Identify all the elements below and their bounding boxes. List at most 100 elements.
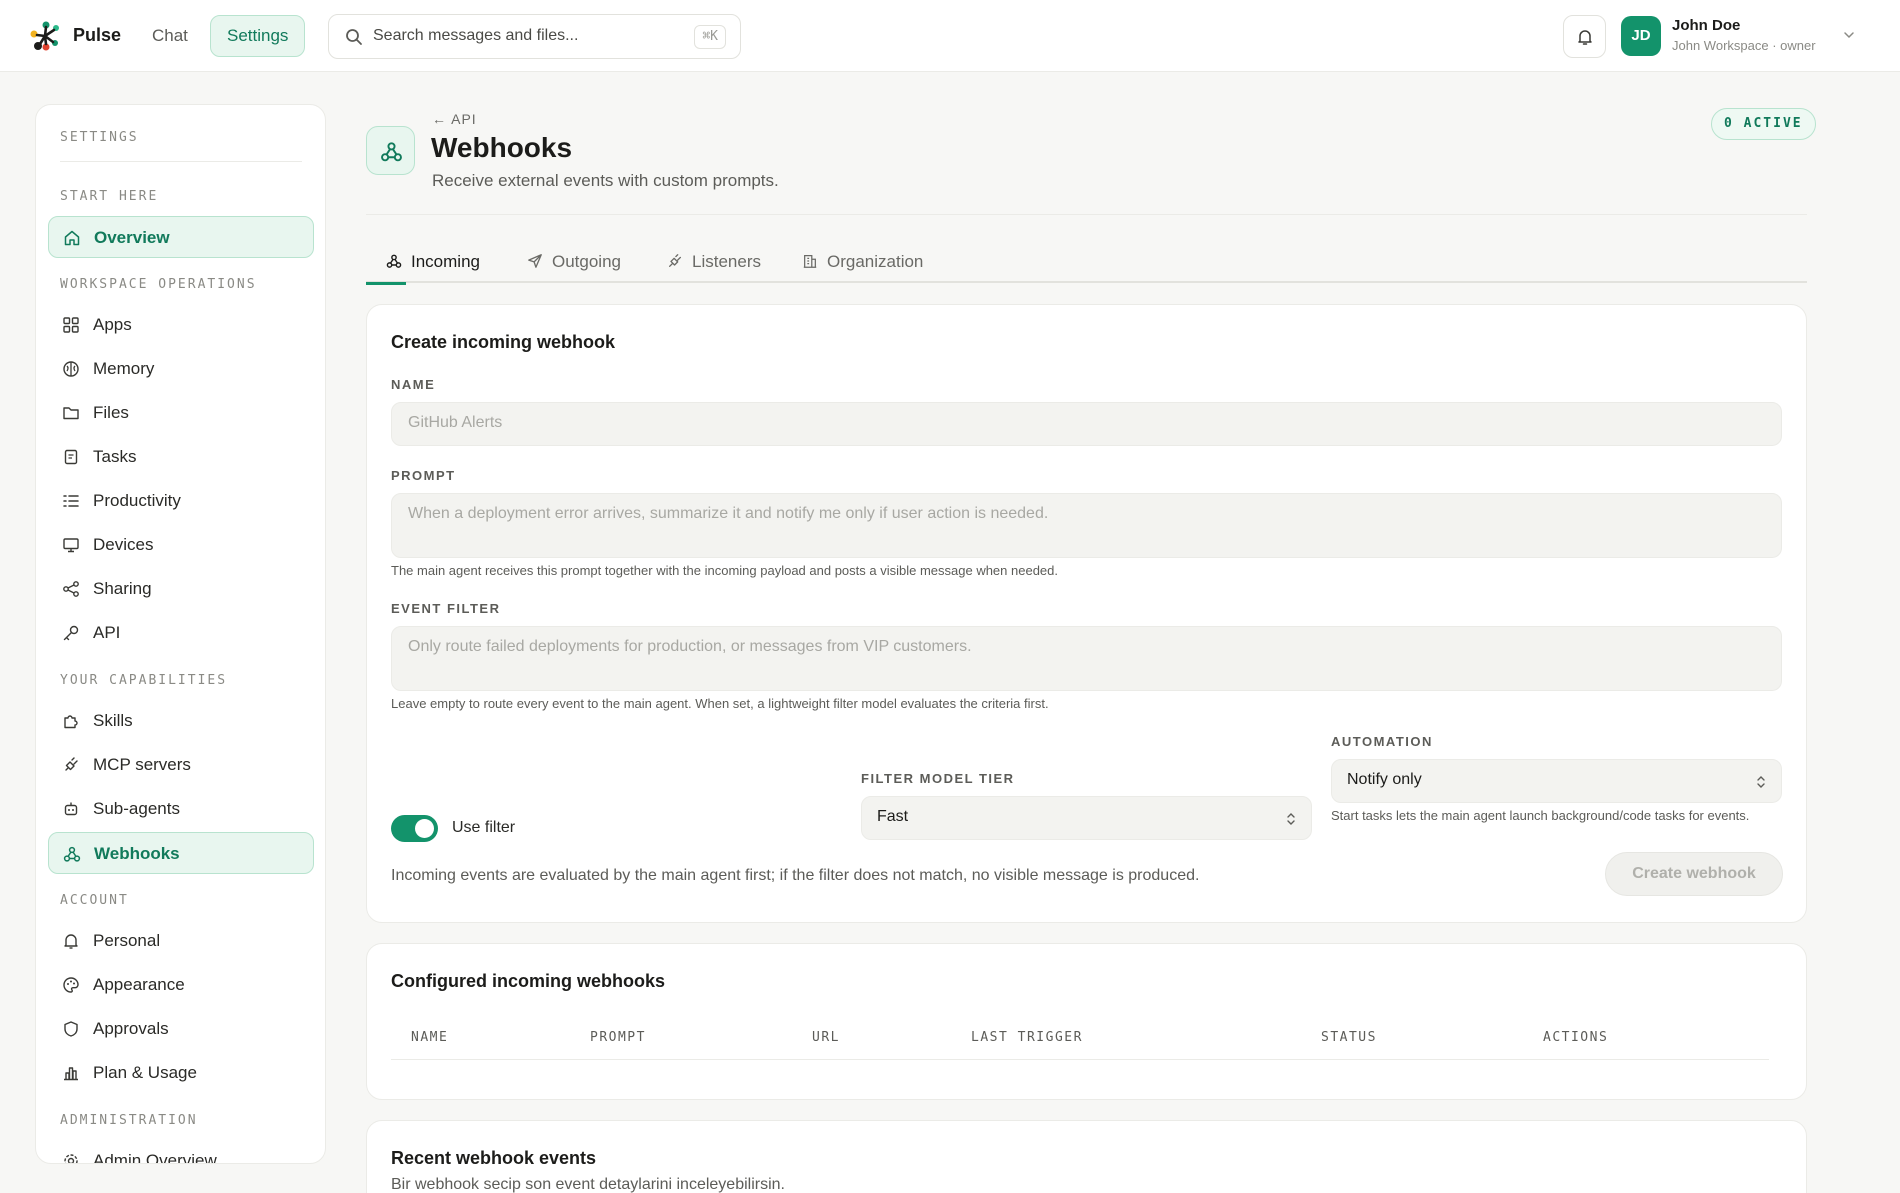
column-header-last-trigger: LAST TRIGGER: [971, 1030, 1083, 1045]
search-icon: [346, 29, 362, 45]
nav-settings[interactable]: Settings: [210, 15, 306, 57]
section-workspace-operations: WORKSPACE OPERATIONS: [60, 277, 257, 292]
create-webhook-title: Create incoming webhook: [391, 332, 616, 352]
sidebar-item-webhooks[interactable]: Webhooks: [48, 832, 314, 874]
sidebar-item-files[interactable]: Files: [48, 392, 314, 434]
page-subtitle: Receive external events with custom prom…: [432, 171, 779, 190]
bot-icon: [64, 802, 78, 816]
sidebar-item-label: Approvals: [93, 1019, 169, 1038]
sidebar-item-appearance[interactable]: Appearance: [48, 964, 314, 1006]
prompt-label: PROMPT: [391, 468, 456, 483]
list-check-icon: [63, 495, 79, 507]
page-title: Webhooks: [431, 132, 573, 163]
recent-events-subtitle: Bir webhook secip son event detaylarini …: [391, 1176, 785, 1193]
sidebar-item-label: Files: [93, 403, 129, 422]
webhook-icon: [63, 846, 81, 862]
column-header-actions: ACTIONS: [1543, 1030, 1609, 1045]
top-bar: Pulse Chat Settings Search messages and …: [0, 0, 1900, 72]
column-header-status: STATUS: [1321, 1030, 1377, 1045]
create-webhook-button[interactable]: Create webhook: [1605, 852, 1783, 896]
use-filter-toggle[interactable]: [391, 815, 438, 842]
sidebar-item-devices[interactable]: Devices: [48, 524, 314, 566]
event-filter-textarea[interactable]: Only route failed deployments for produc…: [391, 626, 1782, 691]
tab-label: Organization: [827, 252, 924, 271]
folder-icon: [63, 407, 79, 420]
plug-icon: [669, 254, 681, 267]
brain-icon: [63, 361, 79, 377]
sidebar-item-memory[interactable]: Memory: [48, 348, 314, 390]
settings-sidebar: SETTINGS START HERE Overview WORKSPACE O…: [35, 104, 326, 1164]
palette-icon: [63, 977, 79, 993]
filter-model-tier-value: Fast: [877, 808, 909, 825]
sidebar-item-label: API: [93, 623, 121, 642]
event-filter-label: EVENT FILTER: [391, 601, 501, 616]
avatar[interactable]: JD: [1621, 16, 1661, 56]
chevron-updown-icon: [1287, 813, 1295, 825]
sidebar-item-label: MCP servers: [93, 755, 191, 774]
sidebar-item-approvals[interactable]: Approvals: [48, 1008, 314, 1050]
clipboard-icon: [64, 449, 78, 465]
sidebar-item-api[interactable]: API: [48, 612, 314, 654]
automation-value: Notify only: [1347, 771, 1422, 788]
back-link-label: API: [451, 111, 477, 127]
back-link[interactable]: ← API: [432, 111, 477, 127]
use-filter-label: Use filter: [452, 819, 516, 836]
key-icon: [63, 625, 79, 641]
puzzle-icon: [64, 715, 78, 729]
filter-model-tier-label: FILTER MODEL TIER: [861, 771, 1015, 786]
monitor-icon: [63, 538, 79, 553]
search-box[interactable]: Search messages and files... ⌘K: [328, 14, 741, 59]
name-input[interactable]: GitHub Alerts: [391, 402, 1782, 446]
sidebar-item-label: Devices: [93, 535, 154, 554]
apps-icon: [63, 317, 79, 333]
sidebar-item-admin-overview[interactable]: Admin Overview: [48, 1140, 314, 1163]
filter-model-tier-select[interactable]: Fast: [861, 796, 1312, 840]
plug-icon: [65, 757, 78, 771]
sidebar-item-overview[interactable]: Overview: [48, 216, 314, 258]
sidebar-item-label: Productivity: [93, 491, 181, 510]
sidebar-item-sharing[interactable]: Sharing: [48, 568, 314, 610]
building-icon: [803, 255, 817, 268]
create-webhook-card: Create incoming webhook NAME GitHub Aler…: [366, 304, 1807, 923]
sidebar-item-tasks[interactable]: Tasks: [48, 436, 314, 478]
column-header-name: NAME: [411, 1030, 449, 1045]
tab-label: Listeners: [692, 252, 761, 271]
user-workspace: John Workspace · owner: [1672, 38, 1816, 53]
sidebar-item-skills[interactable]: Skills: [48, 700, 314, 742]
sidebar-item-label: Appearance: [93, 975, 185, 994]
nav-chat[interactable]: Chat: [140, 16, 200, 56]
arrow-left-icon: ←: [432, 111, 452, 127]
sidebar-item-plan-usage[interactable]: Plan & Usage: [48, 1052, 314, 1094]
search-input[interactable]: Search messages and files...: [373, 27, 578, 45]
sidebar-item-sub-agents[interactable]: Sub-agents: [48, 788, 314, 830]
toggle-knob: [415, 819, 434, 838]
notifications-button[interactable]: [1563, 15, 1606, 58]
status-badge: 0 ACTIVE: [1711, 108, 1816, 140]
table-header-divider: [391, 1059, 1769, 1060]
share-icon: [63, 581, 79, 597]
configured-webhooks-card: Configured incoming webhooks NAME PROMPT…: [366, 943, 1807, 1100]
chevron-down-icon[interactable]: [1842, 28, 1856, 42]
section-start-here: START HERE: [60, 189, 159, 204]
automation-label: AUTOMATION: [1331, 734, 1433, 749]
chevron-updown-icon: [1757, 776, 1765, 788]
sidebar-item-label: Sub-agents: [93, 799, 180, 818]
sidebar-item-productivity[interactable]: Productivity: [48, 480, 314, 522]
user-name[interactable]: John Doe: [1672, 17, 1740, 34]
bar-chart-icon: [64, 1067, 78, 1081]
prompt-help: The main agent receives this prompt toge…: [391, 563, 1058, 578]
section-your-capabilities: YOUR CAPABILITIES: [60, 673, 228, 688]
sidebar-item-personal[interactable]: Personal: [48, 920, 314, 962]
sidebar-item-apps[interactable]: Apps: [48, 304, 314, 346]
tab-label: Incoming: [411, 252, 480, 271]
section-administration: ADMINISTRATION: [60, 1113, 198, 1128]
webhook-tabs: Incoming Outgoing Listeners Organization: [366, 247, 1807, 285]
configured-webhooks-title: Configured incoming webhooks: [391, 971, 665, 991]
column-header-prompt: PROMPT: [590, 1030, 646, 1045]
pulse-logo-icon[interactable]: [28, 19, 62, 53]
sidebar-divider: [60, 161, 302, 162]
automation-select[interactable]: Notify only: [1331, 759, 1782, 803]
sidebar-item-mcp-servers[interactable]: MCP servers: [48, 744, 314, 786]
prompt-textarea[interactable]: When a deployment error arrives, summari…: [391, 493, 1782, 558]
app-name: Pulse: [73, 25, 122, 45]
